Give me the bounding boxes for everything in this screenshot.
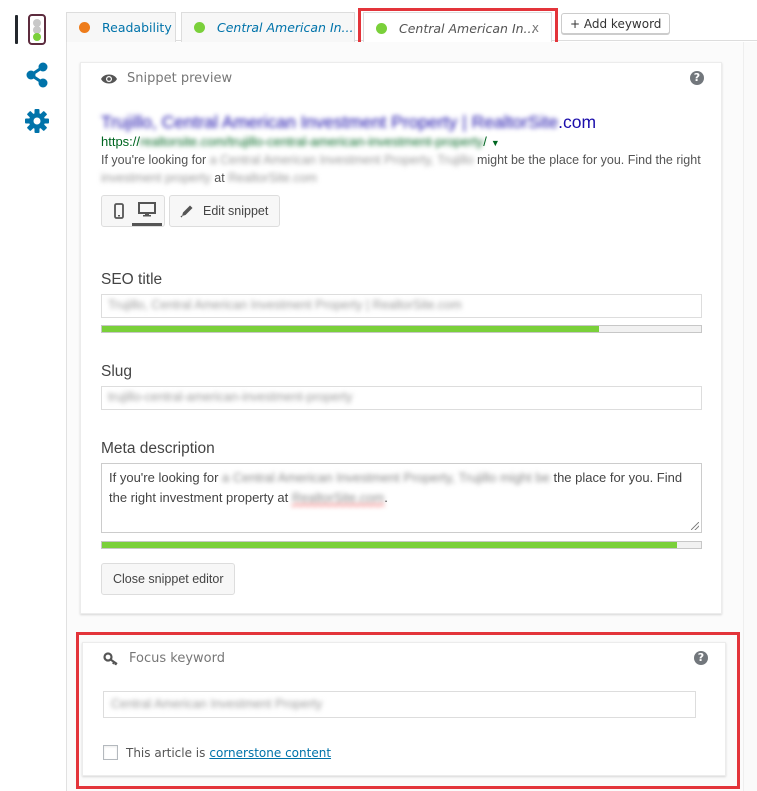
help-icon[interactable]: ? — [690, 71, 704, 85]
meta-text: . — [384, 489, 388, 505]
focus-keyword-title: Focus keyword — [129, 651, 225, 666]
meta-meter-fill — [102, 542, 678, 548]
serp-desc-blurred: RealtorSite.com — [228, 170, 318, 185]
serp-description: If you're looking for a Central American… — [101, 152, 701, 187]
desktop-preview-button[interactable] — [132, 196, 162, 226]
tab-keyword-2-active[interactable]: Central American In... x — [363, 12, 552, 43]
keyword-tabs: Readability Central American In... Centr… — [66, 0, 757, 43]
serp-title[interactable]: Trujillo, Central American Investment Pr… — [101, 111, 701, 133]
serp-title-blurred: Trujillo, Central American Investment Pr… — [101, 112, 467, 132]
green-status-dot-icon — [194, 22, 205, 33]
green-status-dot-icon — [376, 22, 387, 34]
light-green — [33, 33, 41, 41]
dropdown-arrow-icon: ▼ — [490, 138, 500, 148]
tab-label: Central American In... — [217, 20, 354, 35]
meta-description-textarea[interactable]: If you're looking for a Central American… — [101, 463, 702, 533]
serp-url-prefix: https:// — [101, 134, 141, 149]
slug-value: trujillo-central-american-investment-pro… — [108, 390, 353, 404]
snippet-header: Snippet preview — [101, 71, 232, 86]
share-icon[interactable] — [24, 62, 50, 88]
panel-edge — [743, 42, 757, 791]
tab-label: Readability — [102, 20, 172, 35]
gear-icon[interactable] — [24, 108, 50, 134]
metabox-sidebar — [0, 0, 66, 791]
active-indicator — [15, 15, 18, 44]
add-keyword-button[interactable]: + Add keyword — [561, 13, 671, 34]
seo-title-label: SEO title — [101, 271, 163, 288]
seo-title-meter-fill — [102, 326, 600, 332]
edit-snippet-button[interactable]: Edit snippet — [169, 195, 280, 227]
help-icon[interactable]: ? — [694, 651, 708, 665]
snippet-header-title: Snippet preview — [127, 71, 233, 86]
cornerstone-content-link[interactable]: cornerstone content — [209, 746, 331, 760]
mobile-icon — [114, 203, 124, 219]
meta-blurred-misspelled: RealtorSite.com — [291, 489, 385, 505]
meta-description-length-meter — [101, 541, 702, 549]
serp-desc-text: at — [210, 170, 229, 185]
desktop-icon — [138, 202, 156, 217]
key-icon — [103, 651, 118, 665]
snippet-preview-card: Snippet preview ? Trujillo, Central Amer… — [80, 62, 722, 614]
focus-keyword-value: Central American Investment Property — [111, 697, 323, 711]
serp-url-blurred: realtorsite.com/trujillo-central-america… — [140, 134, 484, 149]
focus-keyword-card: Focus keyword ? Central American Investm… — [82, 642, 726, 776]
serp-title-suffix: .com — [558, 112, 597, 132]
focus-keyword-header: Focus keyword — [103, 651, 225, 666]
serp-preview: Trujillo, Central American Investment Pr… — [101, 111, 701, 187]
cornerstone-option: This article is cornerstone content — [103, 745, 331, 760]
orange-status-dot-icon — [79, 22, 90, 33]
mobile-preview-button[interactable] — [104, 196, 134, 226]
tab-readability[interactable]: Readability — [66, 12, 176, 42]
cornerstone-checkbox[interactable] — [103, 745, 118, 760]
seo-title-length-meter — [101, 325, 702, 333]
resize-handle-icon[interactable] — [691, 522, 699, 530]
meta-blurred: a Central American Investment Property, … — [222, 470, 550, 485]
seo-title-input[interactable]: Trujillo, Central American Investment Pr… — [101, 294, 702, 318]
meta-text: If you're looking for — [109, 470, 223, 485]
cornerstone-label: This article is — [126, 745, 206, 760]
main-panel: Readability Central American In... Centr… — [66, 0, 757, 791]
serp-title-blurred-domain: RealtorSite — [471, 112, 559, 132]
serp-desc-text: If you're looking for — [101, 153, 210, 167]
traffic-light-icon[interactable] — [28, 14, 46, 45]
seo-title-value: Trujillo, Central American Investment Pr… — [108, 298, 462, 312]
pencil-icon — [180, 205, 193, 218]
serp-url-suffix: / — [483, 134, 487, 149]
device-toggle-group — [101, 195, 165, 227]
focus-keyword-input[interactable]: Central American Investment Property — [103, 691, 696, 718]
slug-input[interactable]: trujillo-central-american-investment-pro… — [101, 386, 702, 410]
remove-keyword-close-icon[interactable]: x — [532, 21, 539, 35]
close-snippet-editor-button[interactable]: Close snippet editor — [101, 563, 236, 595]
meta-description-label: Meta description — [101, 440, 215, 457]
tab-label: Central American In... — [399, 20, 536, 36]
tab-keyword-1[interactable]: Central American In... — [181, 12, 355, 42]
serp-url: https://realtorsite.com/trujillo-central… — [101, 133, 701, 152]
edit-snippet-label: Edit snippet — [203, 204, 269, 218]
serp-desc-blurred: investment property — [101, 170, 211, 185]
serp-desc-blurred: a Central American Investment Property, … — [209, 153, 474, 167]
serp-desc-text: might be the place for you. Find the rig… — [473, 153, 701, 167]
eye-icon — [101, 74, 117, 83]
slug-label: Slug — [101, 363, 133, 380]
